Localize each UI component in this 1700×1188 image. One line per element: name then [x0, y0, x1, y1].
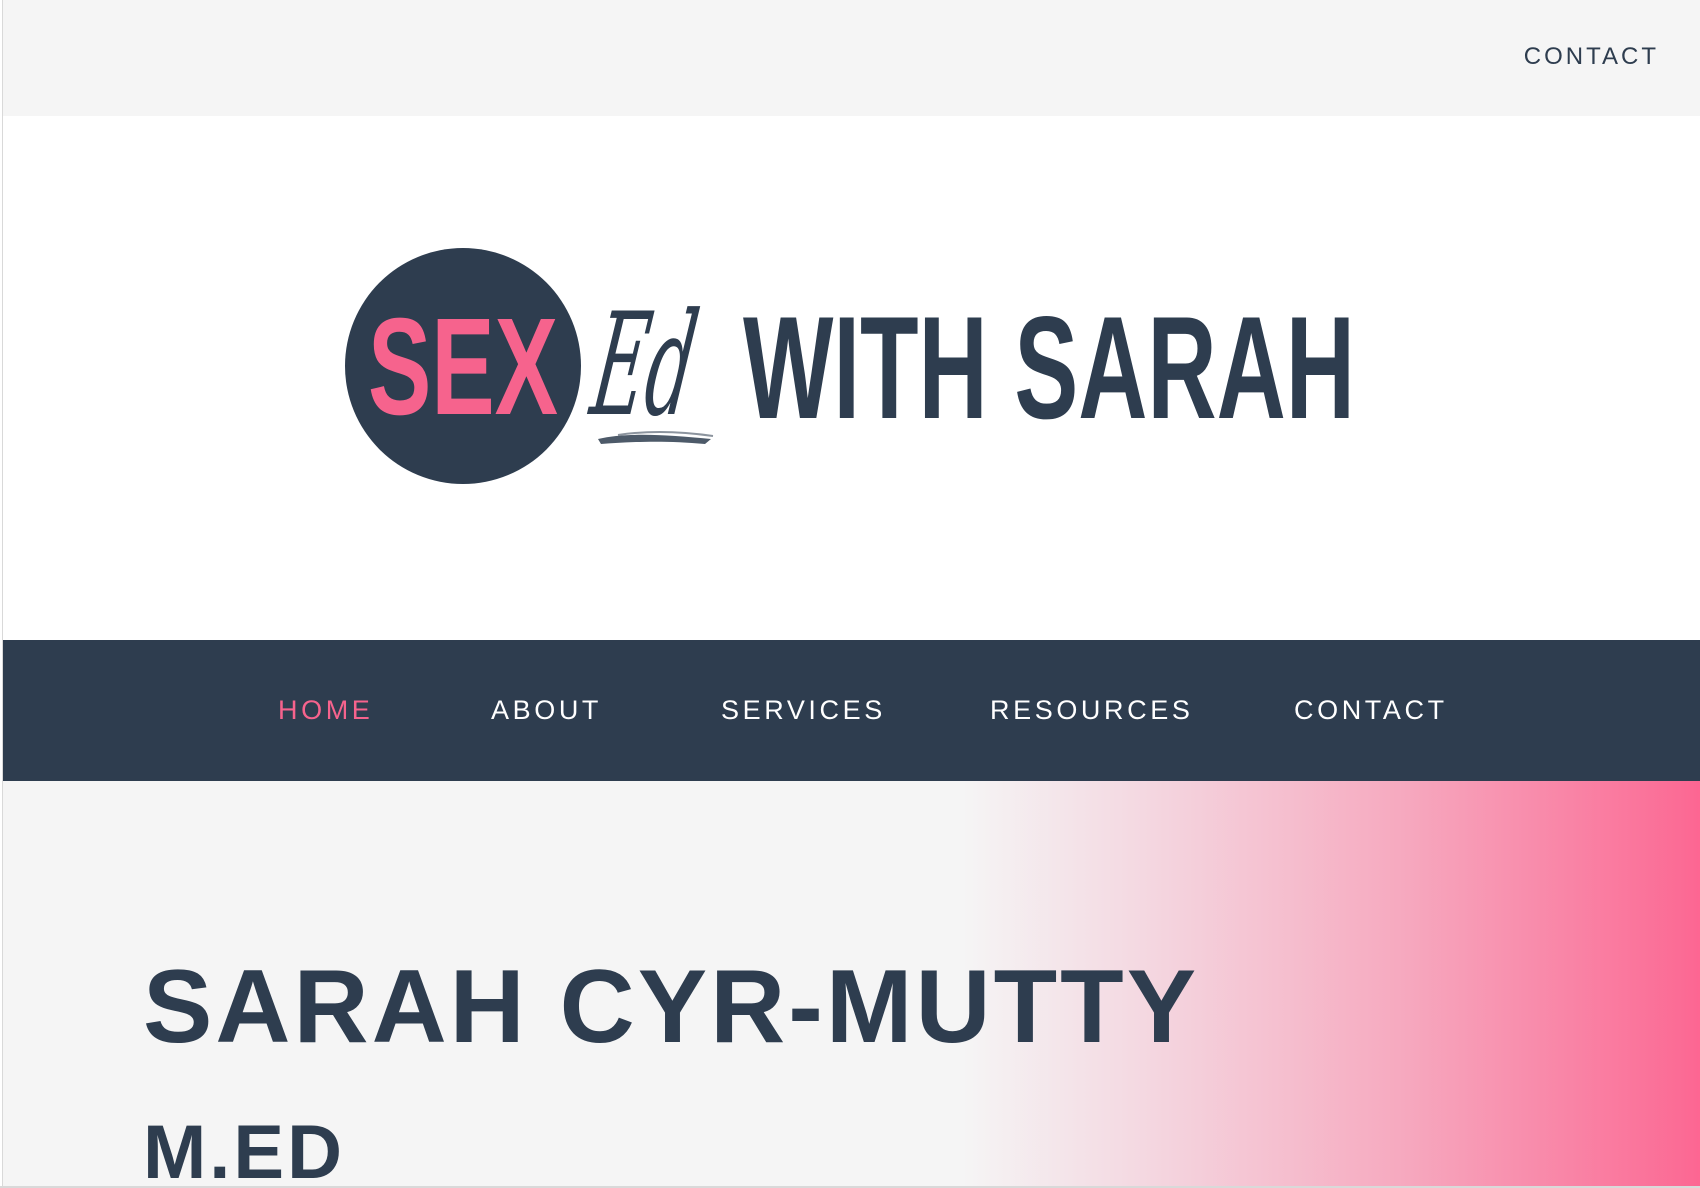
nav-resources-link[interactable]: RESOURCES — [990, 692, 1193, 728]
nav-services-link[interactable]: SERVICES — [721, 692, 886, 728]
main-navigation: HOME ABOUT SERVICES RESOURCES CONTACT — [3, 640, 1700, 781]
hero-name-heading: SARAH CYR-MUTTY — [143, 949, 1200, 1065]
hero-credential-heading: M.ED — [143, 1110, 345, 1188]
nav-contact-link[interactable]: CONTACT — [1294, 692, 1448, 728]
site-logo[interactable]: SEX Ed WITH SARAH — [333, 236, 1373, 496]
top-contact-link[interactable]: CONTACT — [1524, 42, 1659, 72]
logo-circle-text: SEX — [368, 290, 558, 444]
top-utility-bar: CONTACT — [3, 0, 1700, 116]
logo-tagline: WITH SARAH — [743, 286, 1355, 449]
web-page: CONTACT SEX Ed WITH SARAH HOME ABOUT SER… — [0, 0, 1700, 1188]
logo-script-text: Ed — [582, 283, 707, 448]
browser-viewport: CONTACT SEX Ed WITH SARAH HOME ABOUT SER… — [2, 0, 1700, 1188]
hero-section: SARAH CYR-MUTTY M.ED — [3, 781, 1700, 1188]
nav-about-link[interactable]: ABOUT — [491, 692, 602, 728]
nav-home-link[interactable]: HOME — [278, 692, 373, 728]
site-header: SEX Ed WITH SARAH — [3, 116, 1700, 640]
